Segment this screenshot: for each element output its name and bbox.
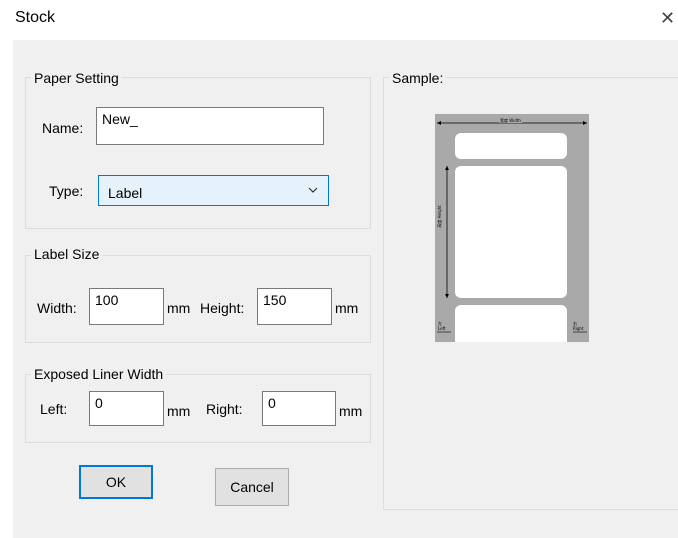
sample-preview: 宽度 Width 高度 Height 左 Left 右 Right	[435, 114, 589, 342]
right-input[interactable]: 0	[262, 391, 336, 426]
width-unit: mm	[167, 300, 191, 316]
right-label: Right:	[206, 401, 243, 417]
sample-width-caption: 宽度 Width	[499, 118, 522, 123]
close-icon[interactable]: ✕	[660, 8, 678, 28]
left-unit: mm	[167, 403, 191, 419]
ok-button[interactable]: OK	[79, 465, 153, 499]
title-bar: Stock ✕	[0, 0, 678, 40]
label-size-legend: Label Size	[31, 246, 103, 262]
left-label: Left:	[40, 401, 68, 417]
width-label: Width:	[37, 300, 77, 316]
sample-label-bottom	[455, 305, 567, 342]
left-input[interactable]: 0	[89, 391, 164, 426]
cancel-button[interactable]: Cancel	[215, 468, 289, 506]
height-label: Height:	[200, 300, 245, 316]
type-select-value: Label	[108, 185, 143, 201]
sample-legend: Sample:	[389, 70, 447, 86]
paper-setting-legend: Paper Setting	[31, 70, 122, 86]
sample-left-caption: 左 Left	[438, 321, 446, 331]
type-label: Type:	[49, 183, 84, 199]
sample-label-top	[455, 133, 567, 159]
name-input[interactable]: New_	[96, 107, 324, 145]
width-input[interactable]: 100	[89, 288, 164, 325]
chevron-down-icon	[308, 187, 318, 193]
height-input[interactable]: 150	[257, 288, 332, 325]
sample-height-caption: 高度 Height	[436, 205, 442, 228]
sample-right-caption: 右 Right	[573, 321, 584, 331]
paper-setting-group	[25, 77, 371, 229]
type-select[interactable]: Label	[98, 175, 329, 206]
liner-legend: Exposed Liner Width	[31, 366, 167, 382]
window-title: Stock	[15, 9, 56, 26]
right-unit: mm	[339, 403, 363, 419]
height-unit: mm	[335, 300, 359, 316]
name-label: Name:	[42, 120, 84, 136]
sample-label-main	[455, 166, 567, 298]
